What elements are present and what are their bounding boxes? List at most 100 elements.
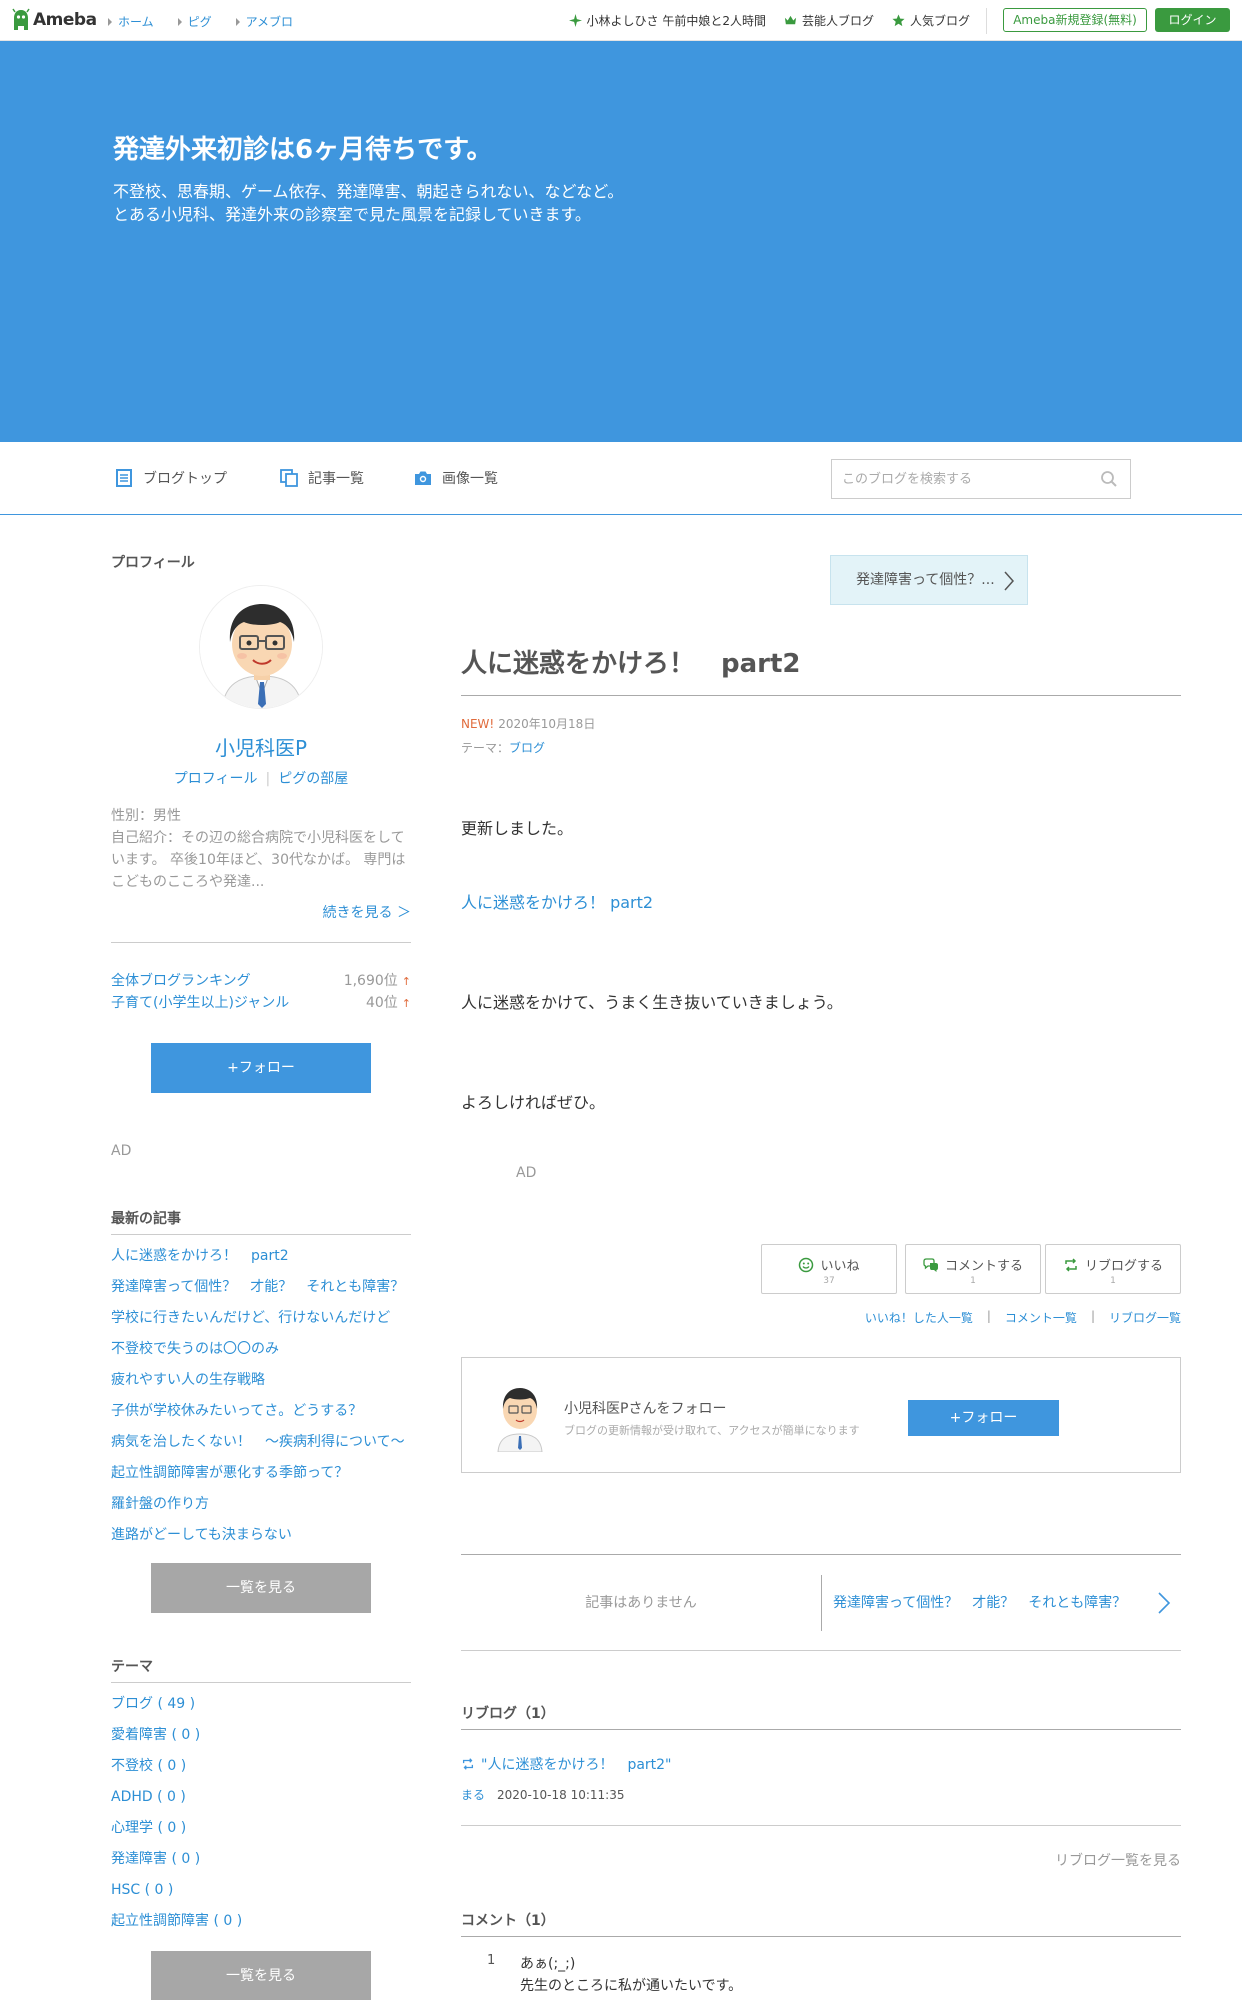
theme-heading: テーマ: [111, 1659, 153, 1675]
reblog-list-more-link[interactable]: リブログ一覧を見る: [1055, 1850, 1181, 1870]
list-item[interactable]: 不登校で失うのは〇〇のみ: [111, 1340, 411, 1371]
nav-article-list[interactable]: 記事一覧: [280, 468, 364, 488]
top-link-featured[interactable]: 小林よしひさ 午前中娘と2人時間: [568, 12, 766, 29]
document-icon: [116, 469, 132, 487]
breadcrumb-ameblo[interactable]: アメブロ: [236, 13, 293, 30]
link-separator: |: [265, 771, 271, 787]
chevron-right-icon: [1004, 571, 1015, 591]
top-link-celebrity-blogs[interactable]: 芸能人ブログ: [784, 12, 874, 29]
divider: [461, 1825, 1181, 1826]
list-item[interactable]: ADHD ( 0 ): [111, 1788, 411, 1819]
article-title[interactable]: 人に迷惑をかけろ！ part2: [461, 643, 801, 680]
star-icon: [892, 14, 905, 27]
divider: [111, 942, 411, 943]
avatar[interactable]: [199, 585, 323, 709]
link-separator: |: [986, 1309, 991, 1323]
like-list-link[interactable]: いいね！した人一覧: [865, 1309, 973, 1326]
ranking-genre-link[interactable]: 子育て(小学生以上)ジャンル: [111, 992, 289, 1012]
reblog-item-title: "人に迷惑をかけろ！ part2": [481, 1757, 672, 1773]
breadcrumb-pigg[interactable]: ピグ: [178, 13, 212, 30]
search-input[interactable]: [832, 460, 1082, 498]
follow-card: 小児科医Pさんをフォロー ブログの更新情報が受け取れて、アクセスが簡単になります…: [461, 1357, 1181, 1473]
profile-heading: プロフィール: [111, 555, 195, 571]
blog-title[interactable]: 発達外来初診は6ヶ月待ちです。: [113, 129, 493, 166]
list-item[interactable]: 羅針盤の作り方: [111, 1495, 411, 1526]
reblog-label: リブログする: [1084, 1259, 1163, 1274]
top-link-popular-blogs[interactable]: 人気ブログ: [892, 12, 970, 29]
comment-bubble-icon: [923, 1257, 938, 1272]
list-item[interactable]: 子供が学校休みたいってさ。どうする？: [111, 1402, 411, 1433]
list-item[interactable]: 愛着障害 ( 0 ): [111, 1726, 411, 1757]
chevron-right-icon[interactable]: [1157, 1591, 1171, 1615]
ranking-overall-link[interactable]: 全体ブログランキング: [111, 970, 251, 990]
theme-link[interactable]: ブログ: [509, 741, 545, 755]
like-count: 37: [823, 1276, 835, 1286]
login-button[interactable]: ログイン: [1155, 8, 1230, 32]
list-item[interactable]: 学校に行きたいんだけど、行けないんだけど: [111, 1309, 411, 1340]
divider: [111, 1682, 411, 1683]
like-button[interactable]: いいね 37: [761, 1244, 897, 1294]
blog-description: 不登校、思春期、ゲーム依存、発達障害、朝起きられない、などなど。 とある小児科、…: [113, 182, 624, 224]
latest-posts-list: 人に迷惑をかけろ！ part2 発達障害って個性？ 才能？ それとも障害？ 学校…: [111, 1247, 411, 1557]
list-item[interactable]: 不登校 ( 0 ): [111, 1757, 411, 1788]
top-divider: [986, 8, 987, 34]
list-item[interactable]: 発達障害って個性？ 才能？ それとも障害？: [111, 1278, 411, 1309]
article-link[interactable]: 人に迷惑をかけろ！ part2: [461, 889, 653, 913]
smile-icon: [799, 1257, 814, 1272]
sparkle-icon: [568, 14, 582, 27]
reblog-heading: リブログ（1）: [461, 1706, 555, 1722]
list-item[interactable]: 進路がどーしても決まらない: [111, 1526, 411, 1557]
ameba-logo[interactable]: Ameba: [12, 8, 97, 32]
nav-image-list[interactable]: 画像一覧: [414, 468, 498, 488]
list-item[interactable]: 心理学 ( 0 ): [111, 1819, 411, 1850]
reblog-button[interactable]: リブログする 1: [1045, 1244, 1181, 1294]
crown-icon: [784, 15, 797, 25]
reaction-links: いいね！した人一覧 | コメント一覧 | リブログ一覧: [865, 1309, 1181, 1326]
nav-image-list-label: 画像一覧: [442, 471, 498, 487]
new-badge: NEW!: [461, 717, 495, 731]
top-link-popular-label: 人気ブログ: [909, 14, 970, 28]
blog-header: 発達外来初診は6ヶ月待ちです。 不登校、思春期、ゲーム依存、発達障害、朝起きられ…: [0, 41, 1242, 442]
list-item[interactable]: 病気を治したくない！ 〜疾病利得について〜: [111, 1433, 411, 1464]
comment-heading: コメント（1）: [461, 1913, 555, 1929]
register-button[interactable]: Ameba新規登録(無料): [1003, 8, 1147, 32]
follow-card-button[interactable]: +フォロー: [908, 1400, 1059, 1436]
list-item[interactable]: 起立性調節障害が悪化する季節って？: [111, 1464, 411, 1495]
list-item[interactable]: HSC ( 0 ): [111, 1881, 411, 1912]
theme-list-more-button[interactable]: 一覧を見る: [151, 1951, 371, 2000]
top-link-featured-label: 小林よしひさ 午前中娘と2人時間: [586, 14, 766, 28]
profile-intro: 自己紹介：その辺の総合病院で小児科医をしています。 卒後10年ほど、30代なかば…: [111, 830, 406, 890]
comment-button[interactable]: コメントする 1: [905, 1244, 1041, 1294]
profile-link[interactable]: プロフィール: [174, 771, 258, 787]
article-date: 2020年10月18日: [498, 717, 596, 731]
list-item[interactable]: 人に迷惑をかけろ！ part2: [111, 1247, 411, 1278]
previous-article-link[interactable]: 発達障害って個性？...: [830, 555, 1028, 605]
reblog-author-link[interactable]: まる: [461, 1788, 485, 1802]
copy-icon: [280, 469, 298, 487]
nav-article-list-label: 記事一覧: [308, 471, 364, 487]
list-item[interactable]: 疲れやすい人の生存戦略: [111, 1371, 411, 1402]
breadcrumb-home[interactable]: ホーム: [108, 13, 154, 30]
search-icon[interactable]: [1100, 470, 1118, 488]
list-item[interactable]: 起立性調節障害 ( 0 ): [111, 1912, 411, 1943]
follow-button[interactable]: +フォロー: [151, 1043, 371, 1093]
profile-more-link[interactable]: 続きを見る ＞: [323, 902, 411, 922]
profile-name[interactable]: 小児科医P: [111, 732, 411, 761]
pager-older-link[interactable]: 発達障害って個性？ 才能？ それとも障害？: [833, 1555, 1126, 1651]
ranking-overall-value: 1,690位: [343, 973, 398, 989]
like-label: いいね: [820, 1259, 860, 1274]
pigg-room-link[interactable]: ピグの部屋: [278, 771, 348, 787]
follow-card-title: 小児科医Pさんをフォロー: [564, 1401, 727, 1417]
ameba-mascot-icon: [12, 8, 30, 30]
ranking-genre-value: 40位: [365, 995, 398, 1011]
ranking-row: 子育て(小学生以上)ジャンル 40位 ↑: [111, 992, 411, 1012]
list-item[interactable]: 発達障害 ( 0 ): [111, 1850, 411, 1881]
reblog-item-link[interactable]: "人に迷惑をかけろ！ part2": [461, 1754, 672, 1774]
theme-list: ブログ ( 49 ) 愛着障害 ( 0 ) 不登校 ( 0 ) ADHD ( 0…: [111, 1695, 411, 1943]
ad-label: AD: [111, 1143, 132, 1159]
latest-list-more-button[interactable]: 一覧を見る: [151, 1563, 371, 1613]
list-item[interactable]: ブログ ( 49 ): [111, 1695, 411, 1726]
comment-list-link[interactable]: コメント一覧: [1005, 1309, 1077, 1326]
reblog-list-link[interactable]: リブログ一覧: [1109, 1309, 1181, 1326]
nav-blog-top[interactable]: ブログトップ: [115, 468, 227, 488]
